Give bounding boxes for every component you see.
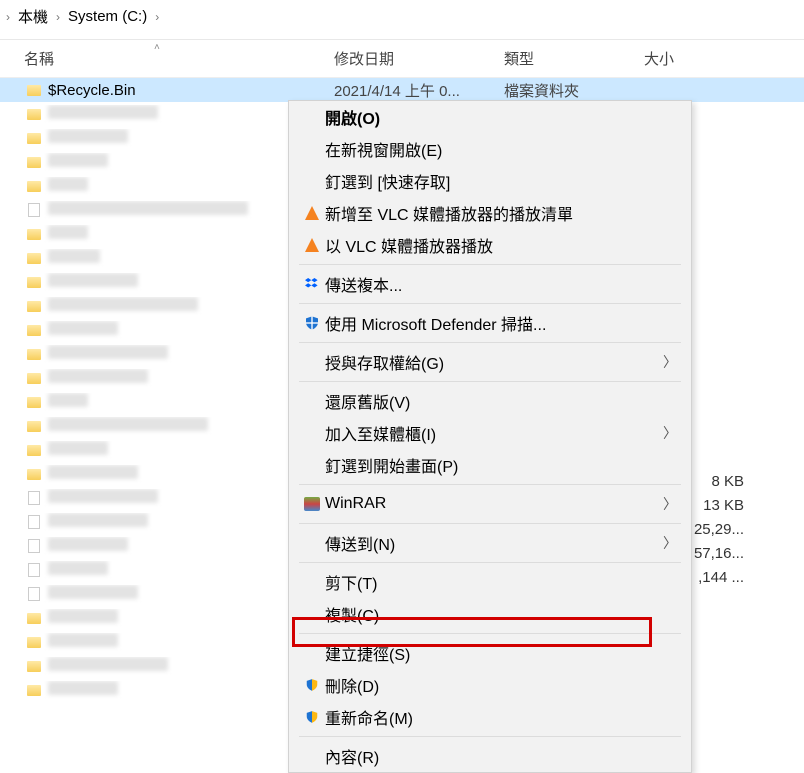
folder-icon xyxy=(24,661,44,672)
folder-icon xyxy=(24,349,44,360)
breadcrumb[interactable]: › 本機 › System (C:) › xyxy=(0,0,804,39)
file-sizes-peek: 8 KB 13 KB 25,29... 57,16... ,144 ... xyxy=(694,470,744,590)
column-headers: 名稱 ˄ 修改日期 類型 大小 xyxy=(0,40,804,78)
file-name: $Recycle.Bin xyxy=(44,82,334,99)
folder-icon xyxy=(24,397,44,408)
ctx-pin-to-start[interactable]: 釘選到開始畫面(P) xyxy=(289,449,691,481)
separator xyxy=(299,633,681,634)
folder-icon xyxy=(24,133,44,144)
file-icon xyxy=(24,515,44,529)
folder-icon xyxy=(24,421,44,432)
folder-icon xyxy=(24,685,44,696)
ctx-send-to[interactable]: 傳送到(N)〉 xyxy=(289,527,691,559)
file-icon xyxy=(24,491,44,505)
uac-shield-icon xyxy=(299,710,325,724)
separator xyxy=(299,342,681,343)
ctx-open-new-window[interactable]: 在新視窗開啟(E) xyxy=(289,133,691,165)
folder-icon xyxy=(24,469,44,480)
folder-icon xyxy=(24,637,44,648)
submenu-arrow-icon: 〉 xyxy=(663,494,677,514)
file-type: 檔案資料夾 xyxy=(504,80,644,101)
folder-icon xyxy=(24,373,44,384)
folder-icon xyxy=(24,277,44,288)
chevron-right-icon: › xyxy=(56,10,60,24)
ctx-rename[interactable]: 重新命名(M) xyxy=(289,701,691,733)
file-icon xyxy=(24,587,44,601)
folder-icon xyxy=(24,613,44,624)
winrar-icon xyxy=(299,497,325,511)
folder-icon xyxy=(24,157,44,168)
chevron-right-icon: › xyxy=(6,10,10,24)
breadcrumb-part[interactable]: 本機 xyxy=(18,6,48,27)
submenu-arrow-icon: 〉 xyxy=(663,423,677,443)
file-icon xyxy=(24,203,44,217)
separator xyxy=(299,303,681,304)
ctx-open[interactable]: 開啟(O) xyxy=(289,101,691,133)
ctx-create-shortcut[interactable]: 建立捷徑(S) xyxy=(289,637,691,669)
vlc-icon xyxy=(299,238,325,252)
folder-icon xyxy=(24,325,44,336)
sort-caret-icon: ˄ xyxy=(154,42,160,53)
submenu-arrow-icon: 〉 xyxy=(663,352,677,372)
file-date: 2021/4/14 上午 0... xyxy=(334,80,504,101)
ctx-pin-quick-access[interactable]: 釘選到 [快速存取] xyxy=(289,165,691,197)
column-size[interactable]: 大小 xyxy=(644,48,724,69)
separator xyxy=(299,264,681,265)
ctx-delete[interactable]: 刪除(D) xyxy=(289,669,691,701)
ctx-grant-access[interactable]: 授與存取權給(G)〉 xyxy=(289,346,691,378)
folder-icon xyxy=(24,445,44,456)
submenu-arrow-icon: 〉 xyxy=(663,533,677,553)
ctx-vlc-play[interactable]: 以 VLC 媒體播放器播放 xyxy=(289,229,691,261)
ctx-vlc-add-playlist[interactable]: 新增至 VLC 媒體播放器的播放清單 xyxy=(289,197,691,229)
ctx-add-to-library[interactable]: 加入至媒體櫃(I)〉 xyxy=(289,417,691,449)
ctx-restore-previous[interactable]: 還原舊版(V) xyxy=(289,385,691,417)
ctx-defender-scan[interactable]: 使用 Microsoft Defender 掃描... xyxy=(289,307,691,339)
separator xyxy=(299,736,681,737)
folder-icon xyxy=(24,253,44,264)
ctx-dropbox-send-copy[interactable]: 傳送複本... xyxy=(289,268,691,300)
folder-icon xyxy=(24,301,44,312)
file-icon xyxy=(24,563,44,577)
column-type[interactable]: 類型 xyxy=(504,48,644,69)
folder-icon xyxy=(24,109,44,120)
separator xyxy=(299,562,681,563)
ctx-cut[interactable]: 剪下(T) xyxy=(289,566,691,598)
breadcrumb-part[interactable]: System (C:) xyxy=(68,8,147,25)
column-date[interactable]: 修改日期 xyxy=(334,48,504,69)
separator xyxy=(299,484,681,485)
file-row-selected[interactable]: $Recycle.Bin 2021/4/14 上午 0... 檔案資料夾 xyxy=(0,78,804,102)
separator xyxy=(299,381,681,382)
file-icon xyxy=(24,539,44,553)
context-menu: 開啟(O) 在新視窗開啟(E) 釘選到 [快速存取] 新增至 VLC 媒體播放器… xyxy=(288,100,692,773)
dropbox-icon xyxy=(299,277,325,291)
ctx-properties[interactable]: 內容(R) xyxy=(289,740,691,772)
folder-icon xyxy=(24,181,44,192)
ctx-copy[interactable]: 複製(C) xyxy=(289,598,691,630)
vlc-icon xyxy=(299,206,325,220)
uac-shield-icon xyxy=(299,678,325,692)
defender-shield-icon xyxy=(299,315,325,331)
chevron-right-icon: › xyxy=(155,10,159,24)
folder-icon xyxy=(24,85,44,96)
ctx-winrar[interactable]: WinRAR〉 xyxy=(289,488,691,520)
column-name[interactable]: 名稱 ˄ xyxy=(24,48,334,69)
folder-icon xyxy=(24,229,44,240)
separator xyxy=(299,523,681,524)
